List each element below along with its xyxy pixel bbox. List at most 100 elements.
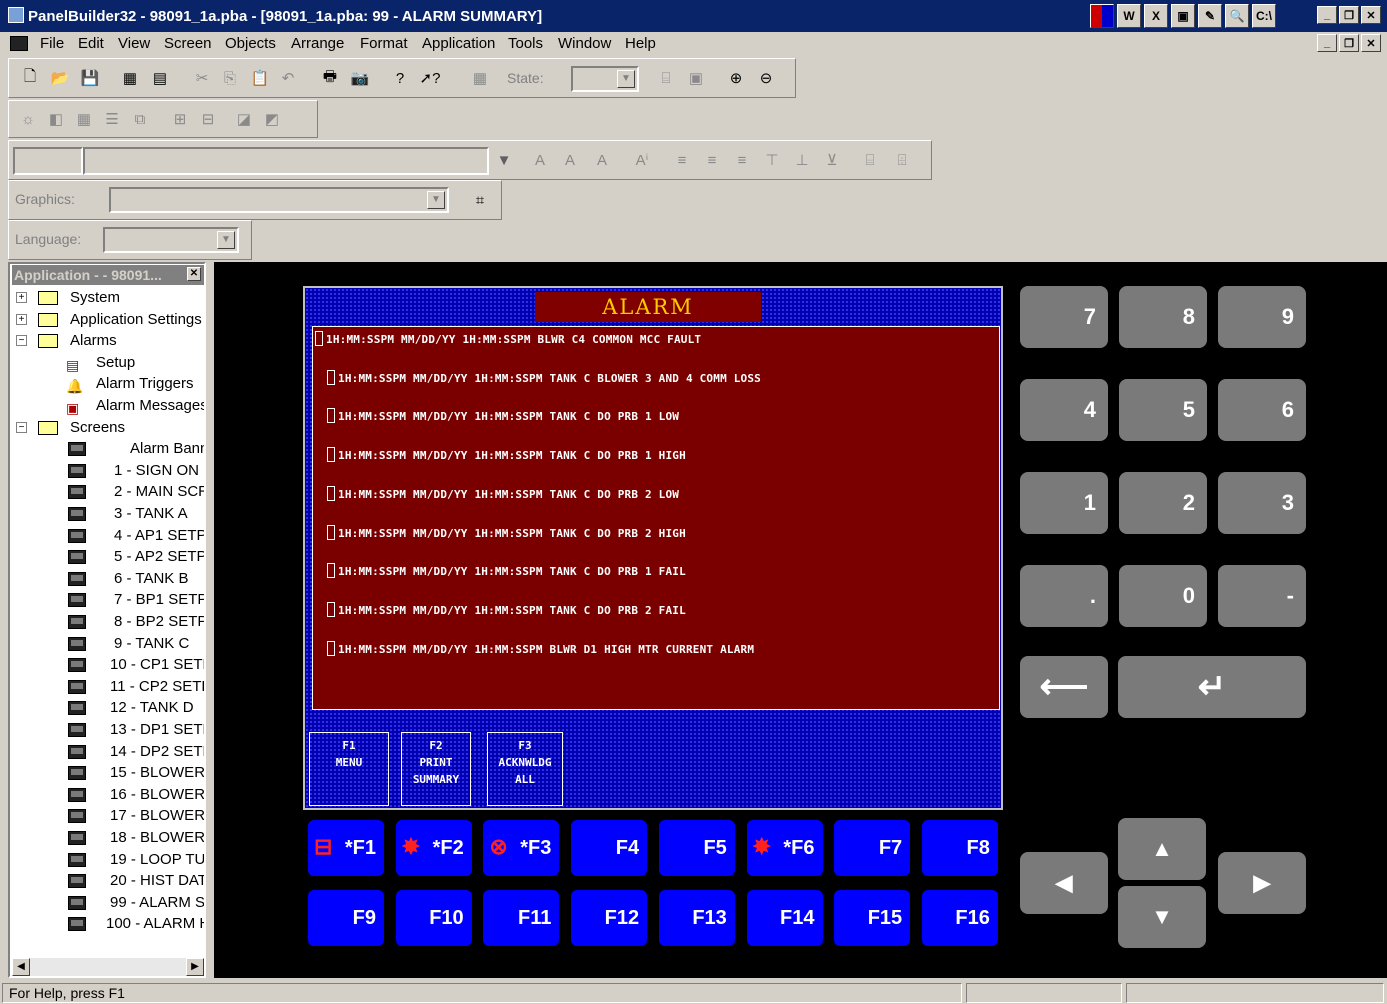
language-text-icon[interactable]: ⌸ <box>655 67 677 89</box>
document-icon[interactable] <box>10 36 28 51</box>
alarm-row[interactable]: 1H:MM:SSPM MM/DD/YY 1H:MM:SSPM TANK C DO… <box>327 602 686 617</box>
text-icon[interactable]: ▣ <box>685 67 707 89</box>
tray-icon-keys[interactable]: ✎ <box>1198 4 1222 28</box>
undo-icon[interactable]: ↶ <box>277 67 299 89</box>
function-key-16[interactable]: F16 <box>921 890 998 946</box>
align-right-icon[interactable]: ≡ <box>731 149 753 171</box>
function-key-2[interactable]: ✸ *F2 <box>395 820 472 876</box>
help-icon[interactable]: ? <box>389 67 411 89</box>
font-style-icon[interactable]: A <box>591 149 613 171</box>
context-help-icon[interactable]: ➚? <box>419 67 441 89</box>
function-key-6[interactable]: ✸ *F6 <box>746 820 823 876</box>
left-arrow-key[interactable]: ◀ <box>1020 852 1108 914</box>
menu-screen[interactable]: Screen <box>164 35 212 52</box>
mdi-minimize-button[interactable]: _ <box>1317 34 1337 52</box>
panel-display[interactable]: ALARM SUMMARY 1H:MM:SSPM MM/DD/YY 1H:MM:… <box>303 286 1003 810</box>
state-icon[interactable]: ▦ <box>469 67 491 89</box>
keypad-key[interactable]: . <box>1020 565 1108 627</box>
close-icon[interactable]: ✕ <box>187 267 201 281</box>
save-icon[interactable]: 💾 <box>79 67 101 89</box>
object-icon[interactable]: ◧ <box>45 108 67 130</box>
group-icon[interactable]: ⊞ <box>169 108 191 130</box>
graphics-edit-icon[interactable]: ⌗ <box>469 189 491 211</box>
wrap-icon[interactable]: ⌸ <box>859 149 881 171</box>
align-top-icon[interactable]: ⊤ <box>761 149 783 171</box>
function-key-3[interactable]: ⊗ *F3 <box>483 820 560 876</box>
text-fit-icon[interactable]: ⌹ <box>891 149 913 171</box>
function-key-7[interactable]: F7 <box>834 820 911 876</box>
menu-objects[interactable]: Objects <box>225 35 276 52</box>
paste-icon[interactable]: 📋 <box>249 67 271 89</box>
function-key-4[interactable]: F4 <box>571 820 648 876</box>
keypad-key[interactable]: 9 <box>1218 286 1306 348</box>
menu-window[interactable]: Window <box>558 35 611 52</box>
font-underline-icon[interactable]: A <box>559 149 581 171</box>
down-arrow-key[interactable]: ▼ <box>1118 886 1206 948</box>
tree-hscrollbar[interactable]: ◀ ▶ <box>12 958 204 976</box>
close-button[interactable]: ✕ <box>1361 6 1381 24</box>
keypad-key[interactable]: 7 <box>1020 286 1108 348</box>
fkey-label-f1[interactable]: F1 MENU <box>309 732 389 806</box>
grid-icon[interactable]: ▦ <box>73 108 95 130</box>
list-icon[interactable]: ☰ <box>101 108 123 130</box>
alarm-row[interactable]: 1H:MM:SSPM MM/DD/YY 1H:MM:SSPM TANK C DO… <box>327 486 679 501</box>
alarm-row[interactable]: 1H:MM:SSPM MM/DD/YY 1H:MM:SSPM TANK C DO… <box>327 563 686 578</box>
right-arrow-key[interactable]: ▶ <box>1218 852 1306 914</box>
enter-key[interactable]: ↵ <box>1118 656 1306 718</box>
fkey-label-f2[interactable]: F2 PRINT SUMMARY <box>401 732 471 806</box>
tray-icon-search[interactable]: 🔍 <box>1225 4 1249 28</box>
keypad-key[interactable]: 8 <box>1119 286 1207 348</box>
function-key-10[interactable]: F10 <box>395 890 472 946</box>
font-name-field[interactable] <box>13 147 83 175</box>
zoom-out-icon[interactable]: ⊖ <box>755 67 777 89</box>
keypad-key[interactable]: 4 <box>1020 379 1108 441</box>
alarm-row[interactable]: 1H:MM:SSPM MM/DD/YY 1H:MM:SSPM TANK C DO… <box>327 408 679 423</box>
minimize-button[interactable]: _ <box>1317 6 1337 24</box>
screenshot-icon[interactable]: 📷 <box>349 67 371 89</box>
fkey-label-f3[interactable]: F3 ACKNWLDG ALL <box>487 732 563 806</box>
keypad-key[interactable]: 2 <box>1119 472 1207 534</box>
keypad-key[interactable]: 1 <box>1020 472 1108 534</box>
align-middle-icon[interactable]: ⊥ <box>791 149 813 171</box>
mdi-restore-button[interactable]: ❐ <box>1339 34 1359 52</box>
backspace-key[interactable]: ⟵ <box>1020 656 1108 718</box>
new-icon[interactable]: 🗋 <box>19 67 41 89</box>
tray-icon-dos[interactable]: C:\ <box>1252 4 1276 28</box>
keypad-key[interactable]: - <box>1218 565 1306 627</box>
new-screen-icon[interactable]: ▦ <box>119 67 141 89</box>
collapse-icon[interactable]: − <box>16 421 27 433</box>
function-key-14[interactable]: F14 <box>746 890 823 946</box>
menu-edit[interactable]: Edit <box>78 35 104 52</box>
state-dropdown[interactable]: ▼ <box>571 66 639 92</box>
tray-icon-excel[interactable]: X <box>1144 4 1168 28</box>
alarm-row[interactable]: 1H:MM:SSPM MM/DD/YY 1H:MM:SSPM BLWR C4 C… <box>315 331 701 346</box>
alarm-row[interactable]: 1H:MM:SSPM MM/DD/YY 1H:MM:SSPM TANK C DO… <box>327 525 686 540</box>
zoom-in-icon[interactable]: ⊕ <box>725 67 747 89</box>
menu-application[interactable]: Application <box>422 35 495 52</box>
bring-front-icon[interactable]: ◪ <box>233 108 255 130</box>
send-back-icon[interactable]: ◩ <box>261 108 283 130</box>
chevron-down-icon[interactable]: ▼ <box>493 149 515 171</box>
menu-help[interactable]: Help <box>625 35 656 52</box>
alarm-row[interactable]: 1H:MM:SSPM MM/DD/YY 1H:MM:SSPM TANK C BL… <box>327 370 761 385</box>
function-key-9[interactable]: F9 <box>308 890 384 946</box>
ungroup-icon[interactable]: ⊟ <box>197 108 219 130</box>
menu-arrange[interactable]: Arrange <box>291 35 344 52</box>
open-icon[interactable]: 📂 <box>49 67 71 89</box>
alarm-row[interactable]: 1H:MM:SSPM MM/DD/YY 1H:MM:SSPM BLWR D1 H… <box>327 641 754 656</box>
chevron-down-icon[interactable]: ▼ <box>427 191 445 209</box>
function-key-12[interactable]: F12 <box>571 890 648 946</box>
function-key-13[interactable]: F13 <box>658 890 735 946</box>
function-key-1[interactable]: ⊟ *F1 <box>308 820 384 876</box>
function-key-5[interactable]: F5 <box>658 820 735 876</box>
tray-icon-word[interactable]: W <box>1117 4 1141 28</box>
scroll-right-icon[interactable]: ▶ <box>186 958 204 976</box>
keypad-key[interactable]: 0 <box>1119 565 1207 627</box>
expand-icon[interactable]: + <box>16 292 27 303</box>
align-left-icon[interactable]: ≡ <box>671 149 693 171</box>
collapse-icon[interactable]: − <box>16 335 27 347</box>
tray-icon-grid[interactable] <box>1090 4 1114 28</box>
keypad-key[interactable]: 5 <box>1119 379 1207 441</box>
chevron-down-icon[interactable]: ▼ <box>617 70 635 88</box>
align-bottom-icon[interactable]: ⊻ <box>821 149 843 171</box>
